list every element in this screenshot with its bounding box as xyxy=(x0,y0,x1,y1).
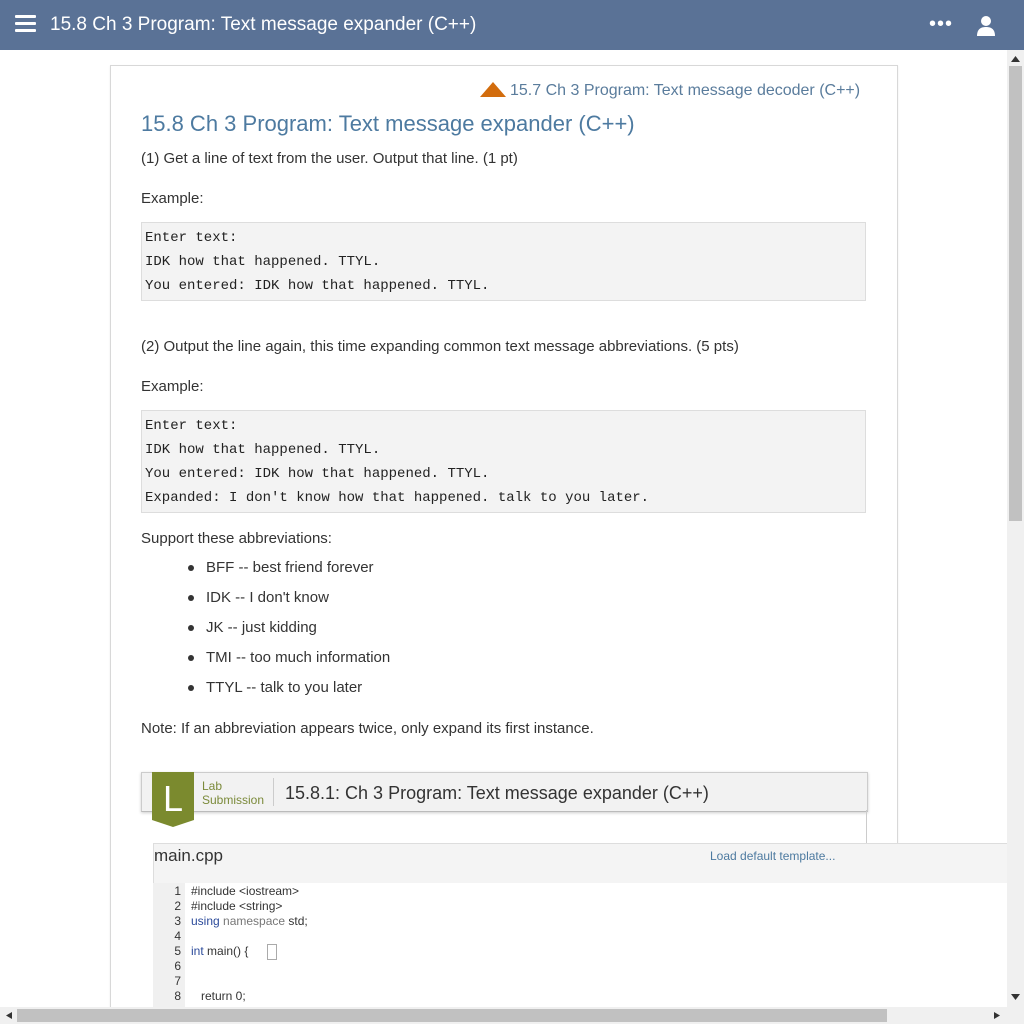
line-number: 1 xyxy=(174,884,181,898)
lab-kind: Lab Submission xyxy=(202,779,264,807)
step2-text: (2) Output the line again, this time exp… xyxy=(141,338,739,355)
example2-code-block: Enter text: IDK how that happened. TTYL.… xyxy=(141,410,866,513)
code-keyword: int xyxy=(191,944,204,958)
code-line[interactable]: return 0; xyxy=(191,989,246,1003)
text-cursor xyxy=(267,944,277,960)
support-label: Support these abbreviations: xyxy=(141,530,332,547)
more-options-icon[interactable]: ••• xyxy=(929,14,953,34)
line-number: 7 xyxy=(174,974,181,988)
lab-kind-line2: Submission xyxy=(202,793,265,807)
hamburger-menu-icon[interactable] xyxy=(15,15,36,33)
code-text: main() { xyxy=(203,944,249,958)
user-profile-icon[interactable] xyxy=(976,15,996,37)
lab-header-divider xyxy=(273,778,274,806)
lab-kind-line1: Lab xyxy=(202,779,223,793)
scroll-down-arrow-icon[interactable] xyxy=(1007,990,1024,1004)
load-default-template-link[interactable]: Load default template... xyxy=(710,849,835,863)
lab-border xyxy=(866,810,867,844)
lab-badge-icon: L xyxy=(152,772,194,827)
line-number: 3 xyxy=(174,914,181,928)
line-number: 5 xyxy=(174,944,181,958)
example2-line: Enter text: xyxy=(145,418,238,434)
example1-line: You entered: IDK how that happened. TTYL… xyxy=(145,278,490,294)
step1-text: (1) Get a line of text from the user. Ou… xyxy=(141,150,518,167)
example1-line: Enter text: xyxy=(145,230,238,246)
abbreviation-list: BFF -- best friend forever IDK -- I don'… xyxy=(188,558,390,708)
code-line[interactable]: int main() { xyxy=(191,944,248,958)
example2-line: Expanded: I don't know how that happened… xyxy=(145,490,650,506)
example2-line: IDK how that happened. TTYL. xyxy=(145,442,381,458)
code-line[interactable]: #include <iostream> xyxy=(191,884,299,898)
example2-line: You entered: IDK how that happened. TTYL… xyxy=(145,466,490,482)
line-number: 6 xyxy=(174,959,181,973)
code-line[interactable]: #include <string> xyxy=(191,899,282,913)
example1-label: Example: xyxy=(141,190,204,207)
up-arrow-icon xyxy=(480,82,506,97)
lab-title: 15.8.1: Ch 3 Program: Text message expan… xyxy=(285,783,709,803)
top-bar: 15.8 Ch 3 Program: Text message expander… xyxy=(0,0,1024,50)
example1-code-block: Enter text: IDK how that happened. TTYL.… xyxy=(141,222,866,301)
example2-label: Example: xyxy=(141,378,204,395)
scroll-right-arrow-icon[interactable] xyxy=(990,1009,1004,1022)
horizontal-scroll-thumb[interactable] xyxy=(17,1009,887,1022)
file-name: main.cpp xyxy=(154,846,223,865)
previous-section-label[interactable]: 15.7 Ch 3 Program: Text message decoder … xyxy=(510,82,860,99)
list-item: TTYL -- talk to you later xyxy=(188,678,390,708)
line-number: 4 xyxy=(174,929,181,943)
section-title: 15.8 Ch 3 Program: Text message expander… xyxy=(141,111,635,136)
code-keyword: using xyxy=(191,914,220,928)
list-item: JK -- just kidding xyxy=(188,618,390,648)
code-text: std; xyxy=(285,914,308,928)
page-title: 15.8 Ch 3 Program: Text message expander… xyxy=(50,14,477,35)
scroll-left-arrow-icon[interactable] xyxy=(2,1009,16,1022)
vertical-scroll-thumb[interactable] xyxy=(1009,66,1022,521)
note-text: Note: If an abbreviation appears twice, … xyxy=(141,720,594,737)
list-item: IDK -- I don't know xyxy=(188,588,390,618)
lab-badge-letter: L xyxy=(163,778,183,819)
list-item: BFF -- best friend forever xyxy=(188,558,390,588)
code-keyword: namespace xyxy=(219,914,286,928)
code-line[interactable]: using namespace std; xyxy=(191,914,308,928)
previous-section-link[interactable]: 15.7 Ch 3 Program: Text message decoder … xyxy=(480,82,860,100)
line-number: 8 xyxy=(174,989,181,1003)
scroll-up-arrow-icon[interactable] xyxy=(1007,52,1024,66)
line-number: 2 xyxy=(174,899,181,913)
list-item: TMI -- too much information xyxy=(188,648,390,678)
example1-line: IDK how that happened. TTYL. xyxy=(145,254,381,270)
